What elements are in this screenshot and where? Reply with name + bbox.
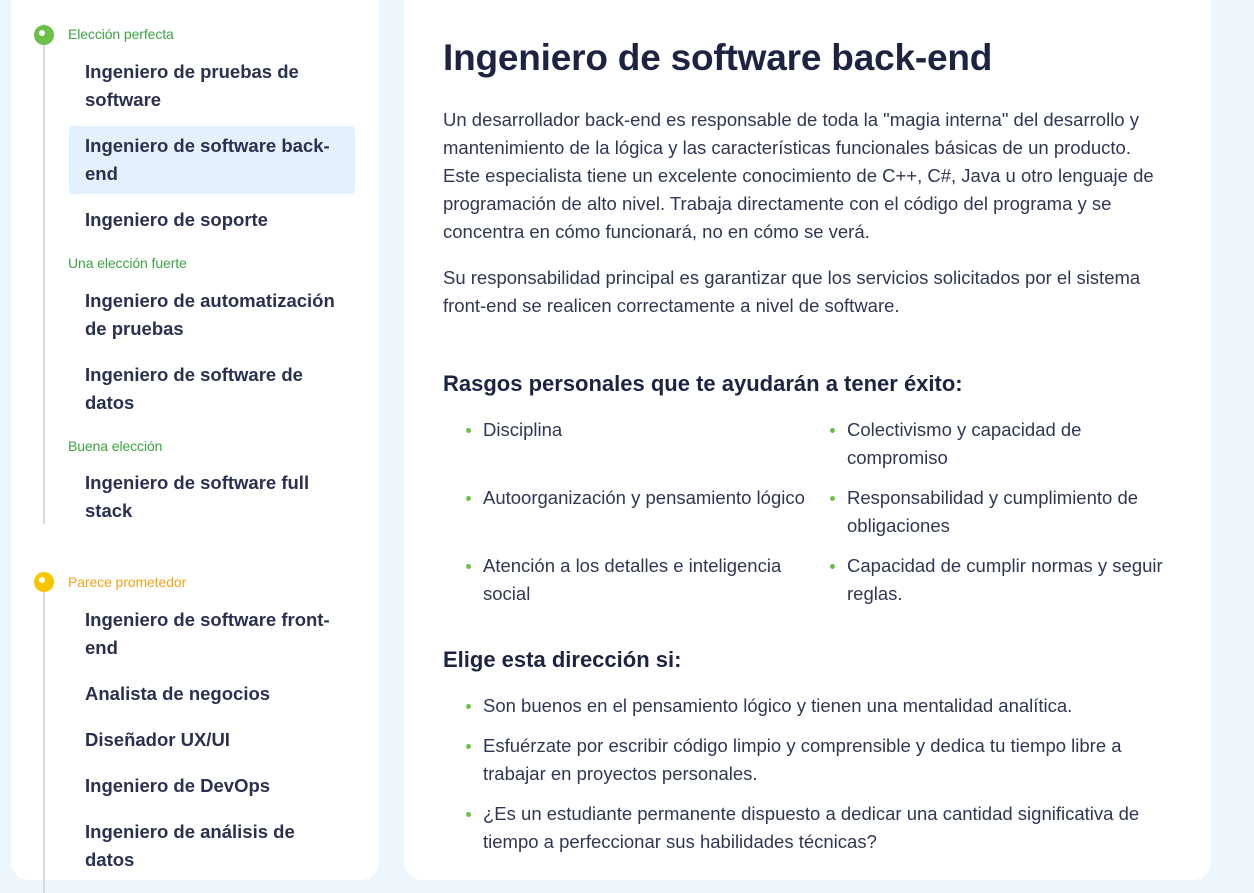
sidebar-item-data-analytics-engineer[interactable]: Ingeniero de análisis de datos (69, 812, 355, 880)
tier-label: Elección perfecta (68, 26, 174, 42)
list-item: Colectivismo y capacidad de compromiso (807, 416, 1171, 472)
timeline-line (43, 24, 45, 524)
list-item: Responsabilidad y cumplimiento de obliga… (807, 484, 1171, 540)
timeline-line (43, 573, 45, 893)
sidebar-item-fullstack-engineer[interactable]: Ingeniero de software full stack (69, 463, 355, 531)
tier-label: Una elección fuerte (68, 255, 187, 271)
description-paragraph: Un desarrollador back-end es responsable… (443, 109, 1154, 242)
list-item: Autoorganización y pensamiento lógico (443, 484, 807, 540)
tier-marker-icon (34, 25, 54, 45)
sidebar-item-support-engineer[interactable]: Ingeniero de soporte (69, 200, 355, 240)
list-item: Disciplina (443, 416, 807, 472)
traits-heading: Rasgos personales que te ayudarán a tene… (443, 371, 963, 396)
sidebar-item-software-test-engineer[interactable]: Ingeniero de pruebas de software (69, 52, 355, 120)
sidebar-item-business-analyst[interactable]: Analista de negocios (69, 674, 355, 714)
tier-label: Parece prometedor (68, 574, 187, 590)
tier-marker-icon (34, 572, 54, 592)
career-sidebar: Elección perfecta Ingeniero de pruebas d… (11, 0, 379, 893)
traits-list: Disciplina Colectivismo y capacidad de c… (443, 416, 1173, 608)
description-paragraph: Su responsabilidad principal es garantiz… (443, 267, 1141, 316)
sidebar-item-ux-ui-designer[interactable]: Diseñador UX/UI (69, 720, 355, 760)
sidebar-item-backend-engineer[interactable]: Ingeniero de software back-end (69, 126, 355, 194)
sidebar-item-devops-engineer[interactable]: Ingeniero de DevOps (69, 766, 355, 806)
list-item: Atención a los detalles e inteligencia s… (443, 552, 807, 608)
page-title: Ingeniero de software back-end (443, 37, 993, 78)
direction-heading: Elige esta dirección si: (443, 647, 682, 672)
sidebar-item-test-automation-engineer[interactable]: Ingeniero de automatización de pruebas (69, 281, 355, 349)
list-item: Capacidad de cumplir normas y seguir reg… (807, 552, 1171, 608)
sidebar-item-data-software-engineer[interactable]: Ingeniero de software de datos (69, 355, 355, 423)
sidebar-item-frontend-engineer[interactable]: Ingeniero de software front-end (69, 600, 355, 668)
list-item: Son buenos en el pensamiento lógico y ti… (443, 692, 1173, 720)
career-detail-panel: Ingeniero de software back-end Un desarr… (404, 0, 1211, 880)
list-item: Esfuérzate por escribir código limpio y … (443, 732, 1173, 788)
list-item: ¿Es un estudiante permanente dispuesto a… (443, 800, 1173, 856)
tier-label: Buena elección (68, 438, 163, 454)
direction-list: Son buenos en el pensamiento lógico y ti… (443, 692, 1173, 856)
